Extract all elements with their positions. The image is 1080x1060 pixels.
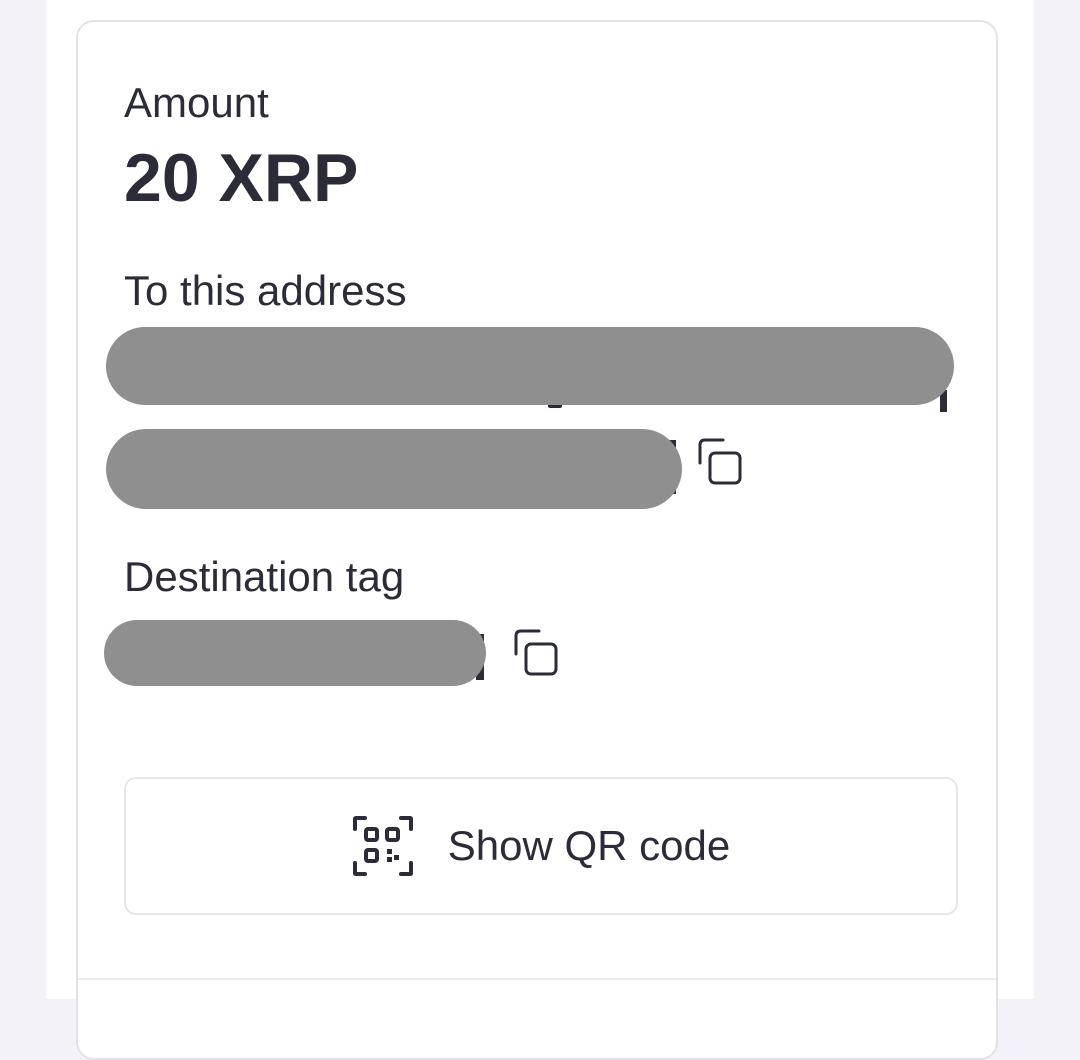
show-qr-code-button[interactable]: Show QR code [124,777,958,915]
copy-destination-tag-button[interactable] [512,628,562,678]
copy-icon [698,438,742,485]
redacted-destination-tag [104,620,486,686]
card-divider [78,978,996,980]
destination-tag-label: Destination tag [124,553,405,600]
qr-code-icon [352,816,413,876]
amount-label: Amount [124,79,269,126]
page-content: Amount 20 XRP To this address Destinatio… [46,0,1034,1060]
payment-details-card: Amount 20 XRP To this address Destinatio… [76,20,998,1060]
redacted-address-line-2 [106,429,682,509]
show-qr-code-label: Show QR code [447,822,731,869]
copy-address-button[interactable] [696,437,746,487]
address-label: To this address [124,267,407,314]
copy-icon [514,629,558,676]
amount-value: 20 XRP [124,140,359,216]
redacted-address-line-1 [106,327,954,405]
